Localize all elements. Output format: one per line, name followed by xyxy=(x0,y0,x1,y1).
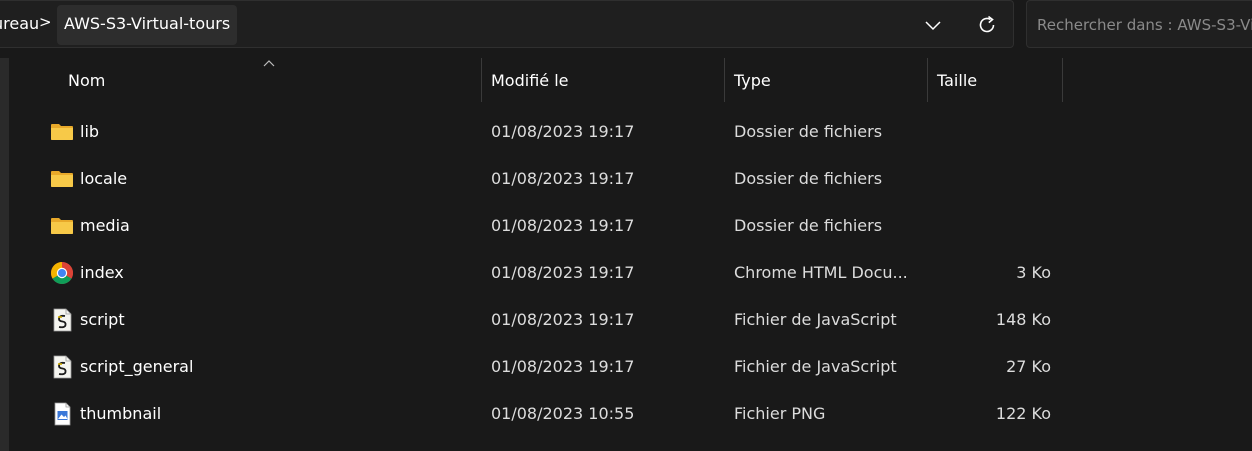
file-modified: 01/08/2023 19:17 xyxy=(491,357,635,376)
column-header-name[interactable]: Nom xyxy=(59,58,481,102)
file-name: thumbnail xyxy=(80,404,162,423)
file-type: Dossier de fichiers xyxy=(734,216,883,235)
javascript-file-icon xyxy=(53,308,72,332)
file-type: Chrome HTML Docu... xyxy=(734,263,908,282)
file-size: 148 Ko xyxy=(995,310,1051,329)
file-name: index xyxy=(80,263,124,282)
refresh-icon[interactable] xyxy=(971,9,1003,41)
file-name: script_general xyxy=(80,357,194,376)
search-box[interactable] xyxy=(1026,0,1252,48)
file-name: lib xyxy=(80,122,100,141)
file-modified: 01/08/2023 19:17 xyxy=(491,169,635,188)
column-header-size[interactable]: Taille xyxy=(928,58,1062,102)
breadcrumb-parent[interactable]: ureau xyxy=(0,14,39,33)
folder-icon xyxy=(51,124,73,140)
folder-icon xyxy=(51,218,73,234)
column-header-modified[interactable]: Modifié le xyxy=(482,58,724,102)
chevron-down-icon[interactable] xyxy=(917,9,949,41)
file-modified: 01/08/2023 19:17 xyxy=(491,216,635,235)
file-size: 3 Ko xyxy=(1016,263,1051,282)
file-name: media xyxy=(80,216,130,235)
chrome-icon xyxy=(51,262,73,284)
list-item[interactable]: script 01/08/2023 19:17 Fichier de JavaS… xyxy=(0,296,1252,343)
file-type: Fichier de JavaScript xyxy=(734,357,897,376)
file-type: Dossier de fichiers xyxy=(734,122,883,141)
search-input[interactable] xyxy=(1037,14,1252,36)
file-name: locale xyxy=(80,169,128,188)
file-name: script xyxy=(80,310,125,329)
javascript-file-icon xyxy=(53,355,72,379)
list-item[interactable]: media 01/08/2023 19:17 Dossier de fichie… xyxy=(0,202,1252,249)
list-item[interactable]: index 01/08/2023 19:17 Chrome HTML Docu.… xyxy=(0,249,1252,296)
column-header-type[interactable]: Type xyxy=(725,58,927,102)
file-type: Fichier PNG xyxy=(734,404,826,423)
list-item[interactable]: thumbnail 01/08/2023 10:55 Fichier PNG 1… xyxy=(0,390,1252,437)
breadcrumb-current-folder[interactable]: AWS-S3-Virtual-tours xyxy=(57,5,238,45)
file-modified: 01/08/2023 19:17 xyxy=(491,310,635,329)
file-size: 122 Ko xyxy=(995,404,1051,423)
list-item[interactable]: locale 01/08/2023 19:17 Dossier de fichi… xyxy=(0,155,1252,202)
address-bar[interactable]: ureau > AWS-S3-Virtual-tours xyxy=(0,0,1014,48)
list-item[interactable]: script_general 01/08/2023 19:17 Fichier … xyxy=(0,343,1252,390)
folder-icon xyxy=(51,171,73,187)
address-toolbar: ureau > AWS-S3-Virtual-tours xyxy=(0,0,1252,48)
file-modified: 01/08/2023 10:55 xyxy=(491,404,635,423)
column-headers: Nom Modifié le Type Taille xyxy=(0,58,1252,102)
list-item[interactable]: lib 01/08/2023 19:17 Dossier de fichiers xyxy=(0,108,1252,155)
png-file-icon xyxy=(54,402,71,426)
file-modified: 01/08/2023 19:17 xyxy=(491,122,635,141)
file-type: Fichier de JavaScript xyxy=(734,310,897,329)
file-modified: 01/08/2023 19:17 xyxy=(491,263,635,282)
column-divider[interactable] xyxy=(1062,58,1063,102)
file-type: Dossier de fichiers xyxy=(734,169,883,188)
breadcrumb-separator-icon[interactable]: > xyxy=(39,13,52,31)
file-size: 27 Ko xyxy=(1006,357,1051,376)
